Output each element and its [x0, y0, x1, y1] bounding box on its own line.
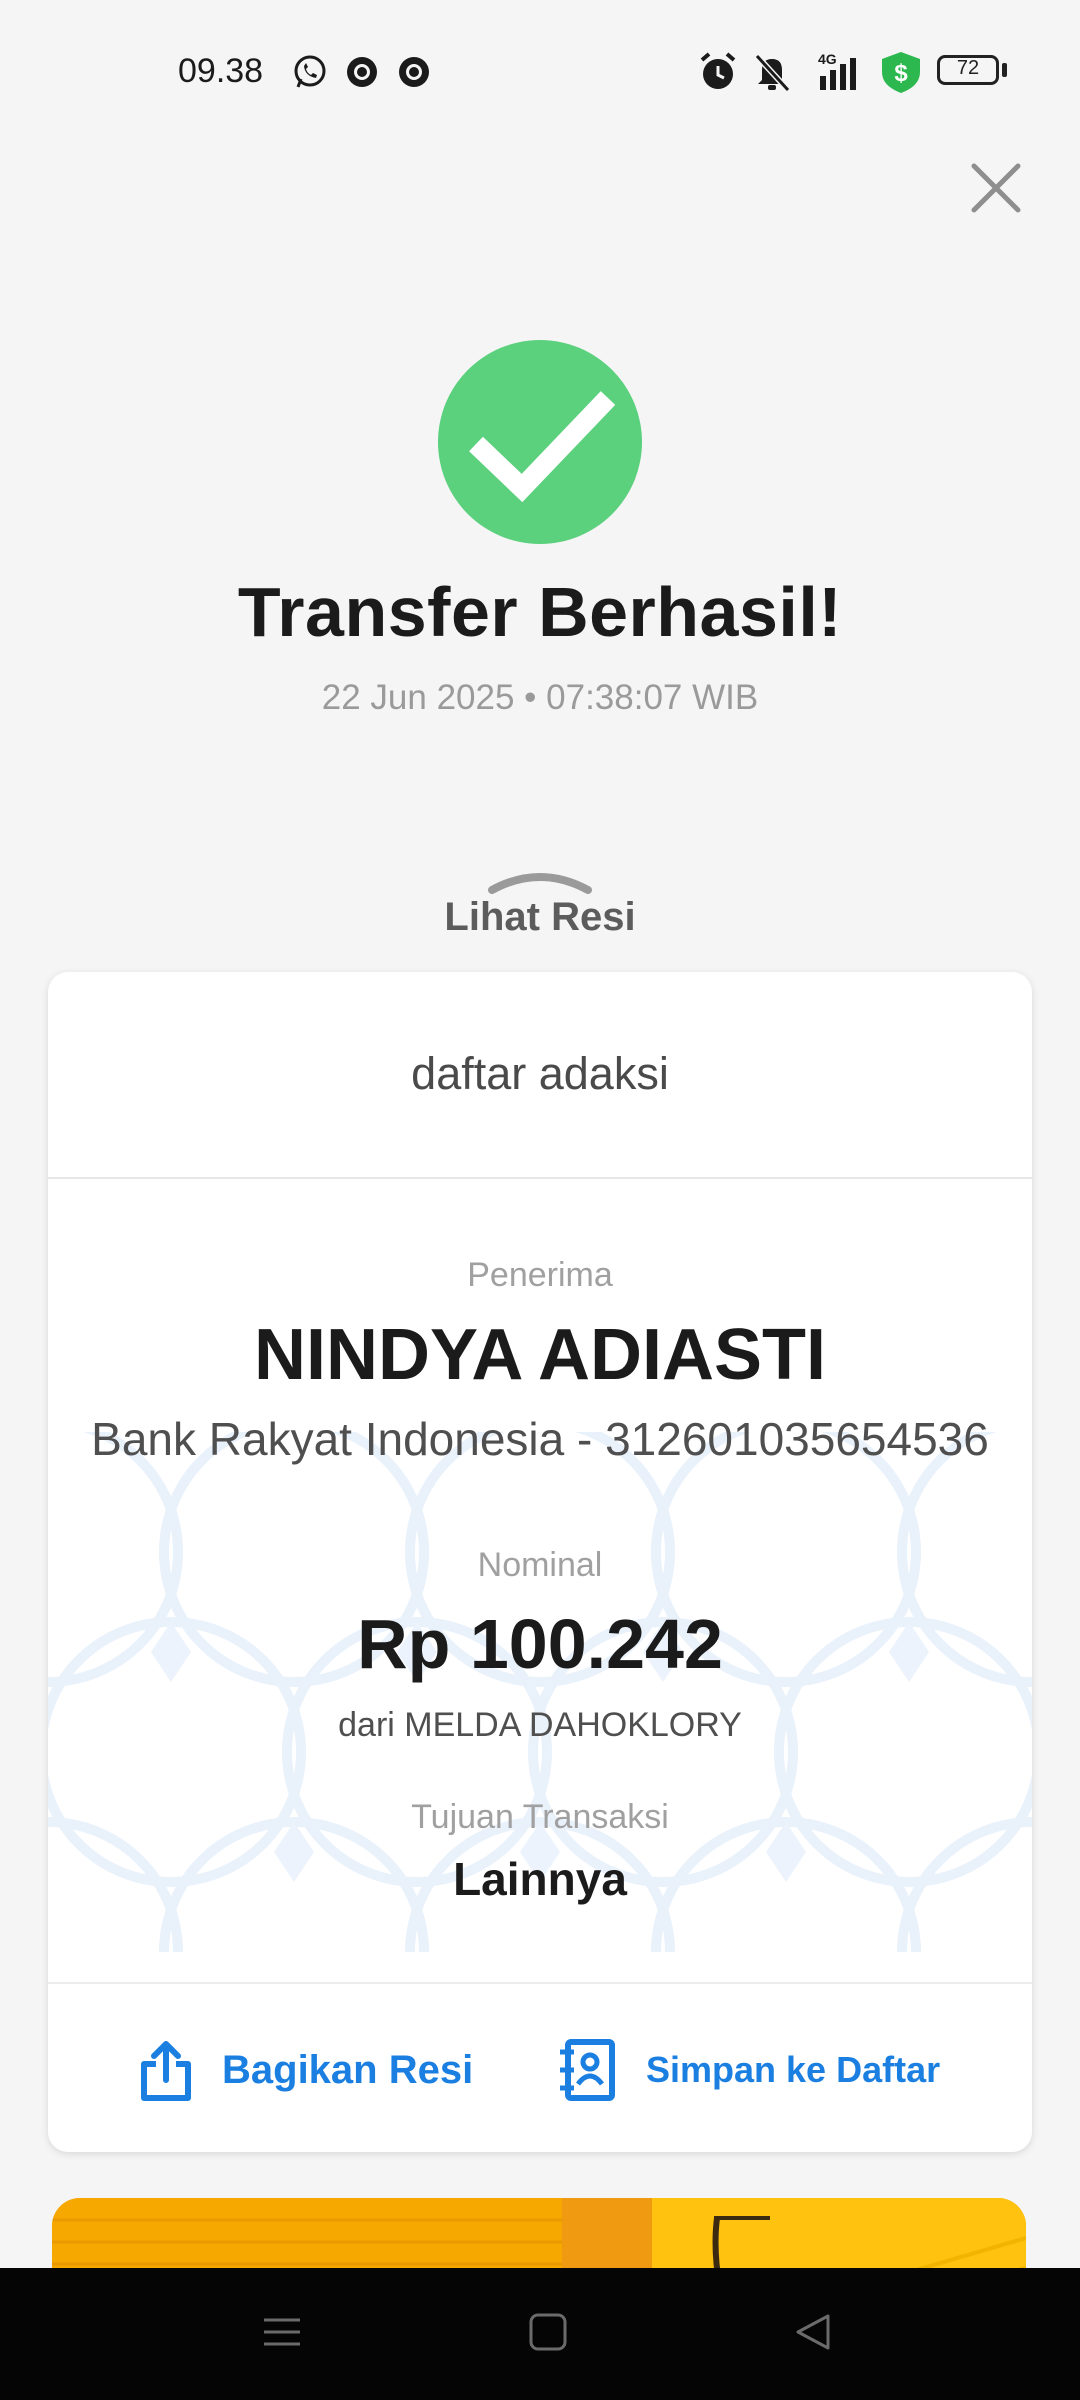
whatsapp-icon — [294, 55, 326, 88]
share-receipt-label: Bagikan Resi — [222, 2047, 474, 2092]
sender-name: dari MELDA DAHOKLORY — [338, 1706, 742, 1744]
amount-label: Nominal — [477, 1546, 603, 1584]
back-icon[interactable] — [794, 2312, 834, 2352]
signal-icon: 4G — [818, 51, 856, 90]
transaction-datetime: 22 Jun 2025 • 07:38:07 WIB — [321, 678, 759, 717]
battery-nub — [1002, 63, 1007, 77]
view-receipt-toggle[interactable]: Lihat Resi — [0, 895, 1080, 940]
save-to-list-button[interactable]: Simpan ke Daftar — [558, 2030, 940, 2110]
success-icon — [438, 340, 642, 544]
chrome-icon — [347, 57, 377, 87]
recipient-bank-account: Bank Rakyat Indonesia - 312601035654536 — [91, 1413, 989, 1465]
mute-icon — [754, 53, 791, 93]
status-time: 09.38 — [178, 52, 264, 90]
checkmark-icon — [469, 391, 616, 503]
purpose-label: Tujuan Transaksi — [411, 1798, 669, 1836]
recipient-name: NINDYA ADIASTI — [253, 1315, 827, 1395]
battery-level: 72 — [956, 57, 980, 79]
receipt-header-text: daftar adaksi — [411, 1048, 669, 1099]
purpose-value: Lainnya — [453, 1853, 627, 1905]
system-nav-bar — [0, 2268, 1080, 2400]
amount-value: Rp 100.242 — [357, 1605, 723, 1683]
shield-dollar-icon: $ — [882, 52, 920, 93]
alarm-icon — [700, 52, 736, 89]
home-icon[interactable] — [528, 2312, 568, 2352]
chrome-icon — [399, 57, 429, 87]
page-title: Transfer Berhasil! — [237, 573, 843, 651]
menu-icon[interactable] — [262, 2312, 302, 2352]
svg-text:$: $ — [894, 60, 908, 87]
contact-book-icon — [560, 2039, 615, 2101]
status-bar: 09.38 4G $ 72 — [0, 0, 1080, 140]
network-label: 4G — [818, 51, 837, 67]
receipt-card: daftar adaksi Penerima NINDYA ADIASTI Ba… — [48, 972, 1032, 2152]
chevron-up-icon[interactable] — [488, 868, 592, 898]
receipt-actions: Bagikan Resi Simpan ke Daftar — [48, 1982, 1032, 2152]
share-icon — [141, 2041, 191, 2101]
receipt-header: daftar adaksi — [48, 972, 1032, 1179]
share-receipt-button[interactable]: Bagikan Resi — [138, 2030, 473, 2110]
close-icon[interactable] — [966, 158, 1026, 218]
recipient-label: Penerima — [467, 1256, 613, 1294]
save-to-list-label: Simpan ke Daftar — [646, 2049, 941, 2090]
